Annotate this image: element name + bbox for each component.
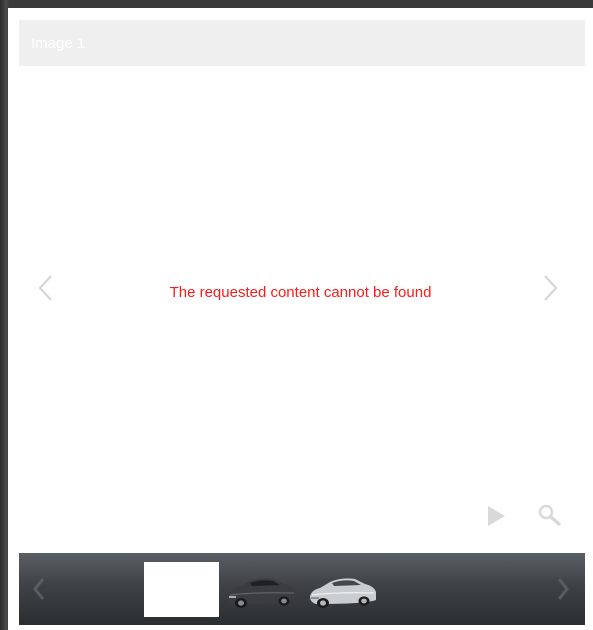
thumbnail-1[interactable] xyxy=(144,562,219,617)
zoom-button[interactable] xyxy=(537,503,563,529)
next-image-button[interactable] xyxy=(540,273,560,303)
chevron-right-icon xyxy=(557,578,569,600)
thumbnail-prev-button[interactable] xyxy=(31,576,47,602)
chevron-left-icon xyxy=(33,578,45,600)
thumbnail-next-button[interactable] xyxy=(555,576,571,602)
play-icon xyxy=(488,506,505,526)
image-title: Image 1 xyxy=(31,35,86,52)
error-message: The requested content cannot be found xyxy=(169,284,432,301)
slideshow-play-button[interactable] xyxy=(483,503,509,529)
title-bar: Image 1 xyxy=(19,20,585,66)
thumbnail-2[interactable] xyxy=(224,562,300,617)
dark-sedan-thumbnail-image xyxy=(228,578,296,608)
chevron-right-icon xyxy=(544,275,558,301)
magnifier-icon xyxy=(538,504,561,526)
thumbnail-strip xyxy=(19,553,585,625)
lightbox-dialog: Image 1 The requested content cannot be … xyxy=(8,8,593,630)
thumbnail-3[interactable] xyxy=(305,562,381,617)
silver-sedan-thumbnail-image xyxy=(310,578,376,608)
